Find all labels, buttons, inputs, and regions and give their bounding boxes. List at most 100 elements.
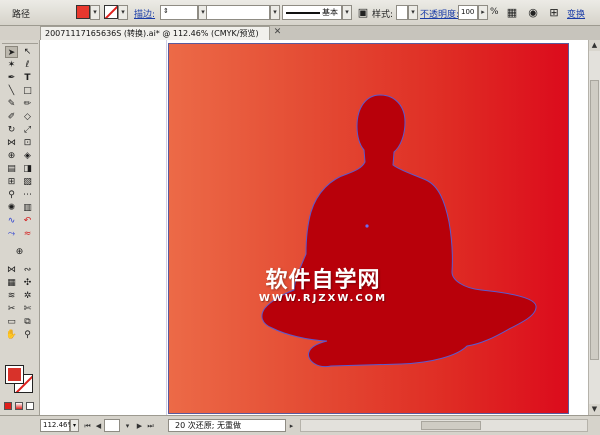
status-menu-arrow[interactable]: ▸ bbox=[286, 420, 297, 432]
scissors-tool-icon[interactable]: ✄ bbox=[21, 303, 34, 315]
pen-tool-icon[interactable]: ✒ bbox=[5, 72, 18, 84]
arc-tool-icon[interactable]: ↶ bbox=[21, 215, 34, 227]
style-label: 样式: bbox=[372, 10, 394, 20]
rectangle-tool-icon[interactable]: □ bbox=[21, 85, 34, 97]
tools-panel: ➤ ↖ ✶ ℓ ✒ T ╲ □ ✎ ✏ ✐ ◇ ↻ ⤢ ⋈ ⊡ ⊕ ◈ ▤ ◨ … bbox=[0, 40, 40, 425]
free-transform-tool-icon[interactable]: ⊡ bbox=[21, 137, 34, 149]
brush-definition-field[interactable]: 基本 bbox=[282, 5, 342, 20]
twirl-tool-icon[interactable]: ✣ bbox=[21, 277, 34, 289]
scale-tool-icon[interactable]: ⤢ bbox=[21, 124, 34, 136]
scroll-down-arrow-icon[interactable]: ▼ bbox=[589, 404, 600, 415]
opacity-arrow[interactable]: ▸ bbox=[478, 5, 488, 20]
fill-swatch[interactable] bbox=[5, 365, 24, 384]
artboard[interactable]: 软件自学网 WWW.RJZXW.COM bbox=[168, 43, 569, 414]
artboard-tool-icon[interactable]: ⋈ bbox=[5, 264, 18, 276]
hand-tool-icon[interactable]: ✋ bbox=[5, 329, 18, 341]
status-text[interactable]: 20 次还原; 无重做 bbox=[168, 419, 286, 432]
smooth-tool-icon[interactable]: ⤳ bbox=[5, 228, 18, 240]
toolbox-grip[interactable] bbox=[2, 40, 38, 44]
vertical-scroll-thumb[interactable] bbox=[590, 80, 599, 360]
zoom-field[interactable]: 112.46% bbox=[40, 419, 74, 432]
prev-artboard-icon[interactable]: ◀ bbox=[93, 420, 104, 432]
variable-width-field[interactable] bbox=[206, 5, 270, 20]
zoom-tool-icon[interactable]: ⚲ bbox=[21, 329, 34, 341]
artboard-dropdown-arrow[interactable]: ▾ bbox=[122, 420, 133, 432]
eyedropper-tool-icon[interactable]: ⚲ bbox=[5, 189, 18, 201]
type-tool-icon[interactable]: T bbox=[21, 72, 34, 84]
zigzag-tool-icon[interactable]: ≋ bbox=[5, 290, 18, 302]
close-icon[interactable]: ✕ bbox=[272, 27, 283, 38]
shape-builder-tool-icon[interactable]: ⊕ bbox=[5, 150, 18, 162]
line-tool-icon[interactable]: ╲ bbox=[5, 85, 18, 97]
symbol-sprayer-tool-icon[interactable]: ✺ bbox=[5, 202, 18, 214]
fill-color-swatch[interactable] bbox=[76, 5, 90, 19]
paintbrush-tool-icon[interactable]: ✎ bbox=[5, 98, 18, 110]
print-tiling-tool-icon[interactable]: ⧉ bbox=[21, 316, 34, 328]
guide-line bbox=[166, 40, 167, 415]
perspective-grid-tool-icon[interactable]: ▤ bbox=[5, 163, 18, 175]
eraser-tool-icon[interactable]: ◇ bbox=[21, 111, 34, 123]
style-swatch[interactable] bbox=[396, 5, 408, 20]
gradient-mode-button[interactable] bbox=[15, 402, 23, 410]
crystallize-tool-icon[interactable]: ✲ bbox=[21, 290, 34, 302]
grid-graph-tool-icon[interactable]: ▦ bbox=[5, 277, 18, 289]
canvas-workspace[interactable]: 软件自学网 WWW.RJZXW.COM bbox=[40, 40, 600, 415]
scroll-up-arrow-icon[interactable]: ▲ bbox=[589, 40, 600, 51]
live-paint-tool-icon[interactable]: ◈ bbox=[21, 150, 34, 162]
gradient-tool-icon[interactable]: ▧ bbox=[21, 176, 34, 188]
direct-selection-tool-icon[interactable]: ↖ bbox=[21, 46, 34, 58]
brush-basic-label: 基本 bbox=[322, 8, 338, 17]
panel-title: 路径 bbox=[12, 10, 31, 20]
wave-tool-icon[interactable]: ∾ bbox=[21, 264, 34, 276]
color-mode-button[interactable] bbox=[4, 402, 12, 410]
stroke-weight-field[interactable]: ⇕ bbox=[160, 5, 198, 20]
control-bar: 路径 ▾ ▾ 描边: ⇕ ▾ ▾ 基本 ▾ ▣ 样式: ▾ 不透明度: 100 … bbox=[0, 0, 600, 26]
lasso-tool-icon[interactable]: ℓ bbox=[21, 59, 34, 71]
fill-dropdown-arrow[interactable]: ▾ bbox=[90, 5, 100, 20]
rectangle-frame-icon[interactable]: ▭ bbox=[5, 316, 18, 328]
align-icon[interactable]: ⊞ bbox=[547, 5, 561, 20]
graphic-style-icon[interactable]: ▣ bbox=[356, 5, 370, 20]
variable-width-arrow[interactable]: ▾ bbox=[270, 5, 280, 20]
stroke-link[interactable]: 描边: bbox=[134, 7, 155, 20]
path-eraser-tool-icon[interactable]: ≈ bbox=[21, 228, 34, 240]
pencil-tool-icon[interactable]: ✏ bbox=[21, 98, 34, 110]
opacity-link[interactable]: 不透明度: bbox=[420, 7, 459, 20]
zoom-dropdown-arrow[interactable]: ▾ bbox=[70, 419, 79, 432]
transform-link[interactable]: 变换 bbox=[567, 7, 585, 20]
meditation-silhouette[interactable] bbox=[169, 44, 569, 414]
brush-definition-arrow[interactable]: ▾ bbox=[342, 5, 352, 20]
horizontal-scrollbar[interactable] bbox=[300, 419, 588, 432]
rotate-tool-icon[interactable]: ↻ bbox=[5, 124, 18, 136]
artboard-number-field[interactable] bbox=[104, 419, 120, 432]
document-setup-icon[interactable]: ▦ bbox=[505, 5, 519, 20]
mesh-tool-icon[interactable]: ⊞ bbox=[5, 176, 18, 188]
next-artboard-icon[interactable]: ▶ bbox=[134, 420, 145, 432]
opacity-field[interactable]: 100 bbox=[458, 5, 478, 20]
slice-tool-icon[interactable]: ✂ bbox=[5, 303, 18, 315]
document-tab-bar: 20071117165636S (转换).ai* @ 112.46% (CMYK… bbox=[40, 26, 600, 40]
curve-tool-icon[interactable]: ∿ bbox=[5, 215, 18, 227]
magic-wand-tool-icon[interactable]: ✶ bbox=[5, 59, 18, 71]
width-tool-icon[interactable]: ⋈ bbox=[5, 137, 18, 149]
opacity-percent: % bbox=[490, 7, 499, 17]
vertical-scrollbar[interactable]: ▲ ▼ bbox=[588, 40, 600, 415]
first-artboard-icon[interactable]: ⏮ bbox=[82, 420, 93, 432]
stroke-color-swatch[interactable] bbox=[104, 5, 118, 19]
selection-tool-icon[interactable]: ➤ bbox=[5, 46, 18, 58]
watermark: 软件自学网 WWW.RJZXW.COM bbox=[233, 262, 413, 304]
none-mode-button[interactable] bbox=[26, 402, 34, 410]
status-bar: 112.46% ▾ ⏮ ◀ ▾ ▶ ⏭ 20 次还原; 无重做 ▸ bbox=[0, 415, 600, 435]
horizontal-scroll-thumb[interactable] bbox=[421, 421, 481, 430]
style-arrow[interactable]: ▾ bbox=[408, 5, 418, 20]
perspective-selection-tool-icon[interactable]: ◨ bbox=[21, 163, 34, 175]
document-tab[interactable]: 20071117165636S (转换).ai* @ 112.46% (CMYK… bbox=[40, 26, 270, 40]
stroke-dropdown-arrow[interactable]: ▾ bbox=[118, 5, 128, 20]
column-graph-tool-icon[interactable]: ▥ bbox=[21, 202, 34, 214]
globe-icon[interactable]: ⊕ bbox=[13, 246, 26, 258]
fill-stroke-area bbox=[3, 363, 37, 397]
recolor-icon[interactable]: ◉ bbox=[526, 5, 540, 20]
blend-tool-icon[interactable]: ⋯ bbox=[21, 189, 34, 201]
blob-brush-tool-icon[interactable]: ✐ bbox=[5, 111, 18, 123]
last-artboard-icon[interactable]: ⏭ bbox=[145, 420, 156, 432]
